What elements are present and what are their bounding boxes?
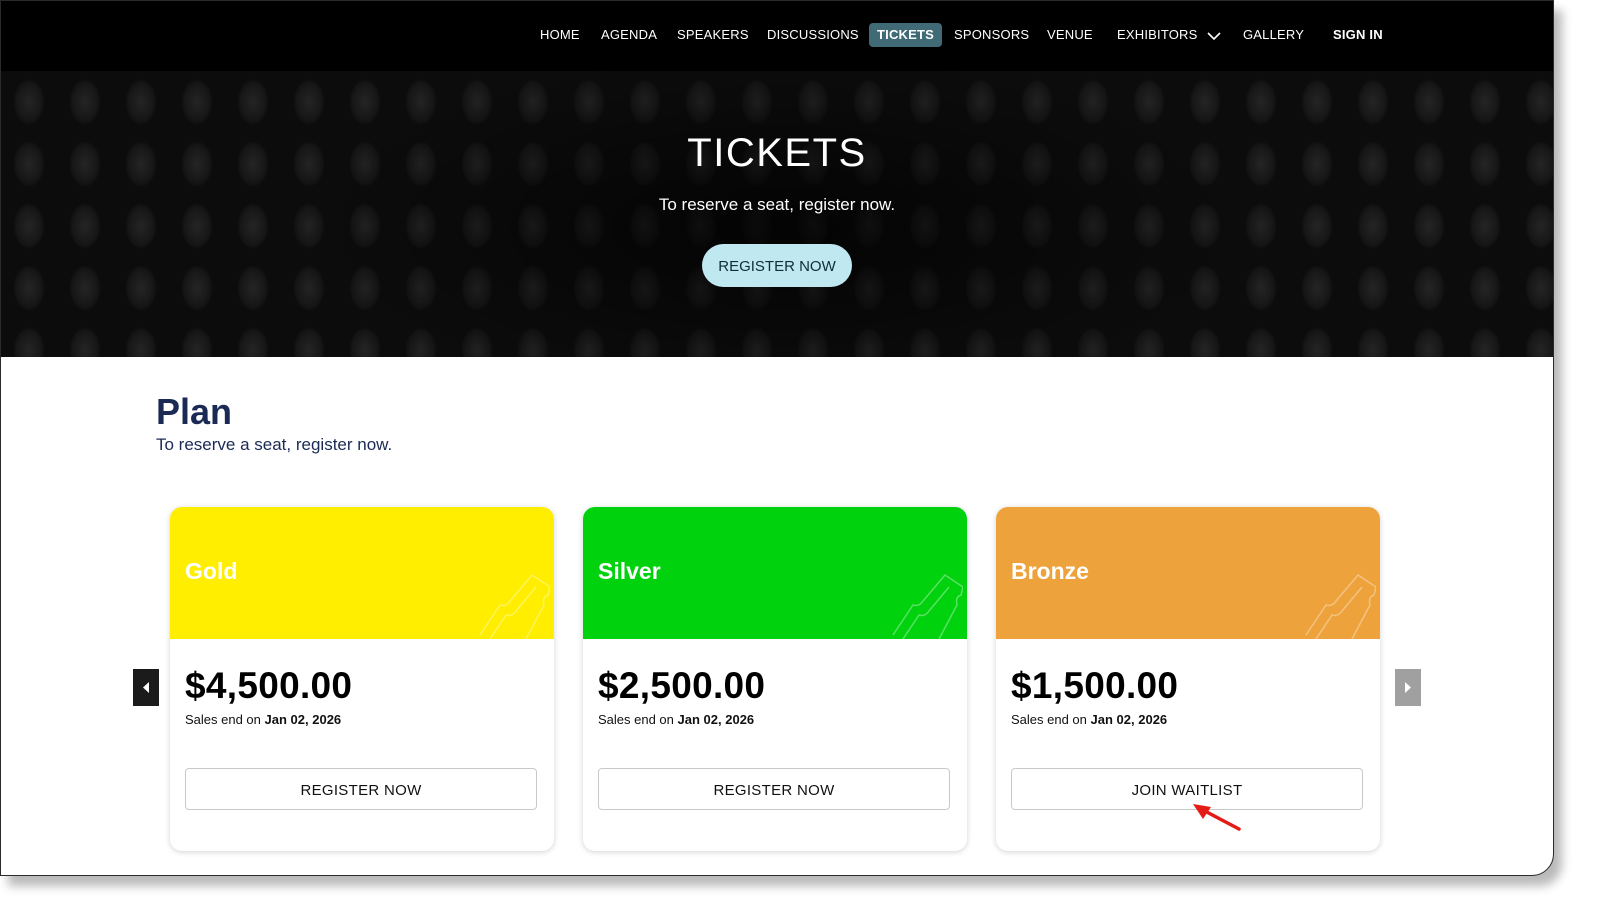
card-tier-name: Silver bbox=[598, 558, 661, 584]
nav-gallery[interactable]: GALLERY bbox=[1243, 23, 1304, 47]
ticket-card-silver: Silver $2,500.00 Sales end on Jan 02, 20… bbox=[583, 507, 967, 851]
chevron-down-icon bbox=[1207, 31, 1221, 40]
ticket-icon bbox=[1305, 574, 1376, 639]
sales-end-date: Jan 02, 2026 bbox=[264, 712, 342, 727]
nav-discussions[interactable]: DISCUSSIONS bbox=[767, 23, 859, 47]
bronze-join-waitlist-button[interactable]: JOIN WAITLIST bbox=[1011, 768, 1363, 810]
caret-right-icon bbox=[1405, 682, 1411, 693]
ticket-card-bronze: Bronze $1,500.00 Sales end on Jan 02, 20… bbox=[996, 507, 1380, 851]
plan-subtitle: To reserve a seat, register now. bbox=[156, 435, 393, 454]
ticket-icon bbox=[892, 574, 963, 639]
hero-register-button[interactable]: REGISTER NOW bbox=[702, 244, 852, 287]
card-sales-end: Sales end on Jan 02, 2026 bbox=[1011, 712, 1167, 727]
card-sales-end: Sales end on Jan 02, 2026 bbox=[598, 712, 754, 727]
nav-tickets[interactable]: TICKETS bbox=[869, 23, 943, 47]
card-sales-end: Sales end on Jan 02, 2026 bbox=[185, 712, 341, 727]
sales-end-prefix: Sales end on bbox=[185, 712, 261, 727]
hero-banner: TICKETS To reserve a seat, register now.… bbox=[1, 71, 1553, 357]
card-tier-name: Bronze bbox=[1011, 558, 1089, 584]
card-tier-name: Gold bbox=[185, 558, 238, 584]
sales-end-date: Jan 02, 2026 bbox=[677, 712, 755, 727]
nav-speakers[interactable]: SPEAKERS bbox=[677, 23, 749, 47]
sales-end-date: Jan 02, 2026 bbox=[1090, 712, 1168, 727]
nav-venue[interactable]: VENUE bbox=[1047, 23, 1093, 47]
hero-title: TICKETS bbox=[687, 131, 867, 175]
sign-in-link[interactable]: SIGN IN bbox=[1333, 23, 1383, 47]
card-header: Gold bbox=[170, 507, 554, 639]
silver-register-button[interactable]: REGISTER NOW bbox=[598, 768, 950, 810]
card-price: $4,500.00 bbox=[185, 665, 353, 706]
nav-exhibitors-label: EXHIBITORS bbox=[1117, 27, 1198, 42]
card-header: Silver bbox=[583, 507, 967, 639]
nav-exhibitors[interactable]: EXHIBITORS bbox=[1117, 23, 1221, 47]
sales-end-prefix: Sales end on bbox=[598, 712, 674, 727]
red-arrow-icon bbox=[1193, 804, 1241, 831]
card-price: $1,500.00 bbox=[1011, 665, 1179, 706]
nav-sponsors[interactable]: SPONSORS bbox=[954, 23, 1029, 47]
plan-title: Plan bbox=[156, 391, 233, 432]
gold-register-button[interactable]: REGISTER NOW bbox=[185, 768, 537, 810]
browser-frame: HOME AGENDA SPEAKERS DISCUSSIONS TICKETS… bbox=[0, 0, 1554, 876]
card-price: $2,500.00 bbox=[598, 665, 766, 706]
carousel-next-button[interactable] bbox=[1395, 669, 1421, 706]
card-header: Bronze bbox=[996, 507, 1380, 639]
carousel-prev-button[interactable] bbox=[133, 669, 159, 706]
nav-home[interactable]: HOME bbox=[540, 23, 580, 47]
nav-agenda[interactable]: AGENDA bbox=[601, 23, 657, 47]
sales-end-prefix: Sales end on bbox=[1011, 712, 1087, 727]
hero-subtitle: To reserve a seat, register now. bbox=[658, 195, 896, 214]
caret-left-icon bbox=[143, 682, 149, 693]
ticket-icon bbox=[479, 574, 550, 639]
ticket-card-gold: Gold $4,500.00 Sales end on Jan 02, 2026… bbox=[170, 507, 554, 851]
top-nav: HOME AGENDA SPEAKERS DISCUSSIONS TICKETS… bbox=[1, 1, 1553, 71]
